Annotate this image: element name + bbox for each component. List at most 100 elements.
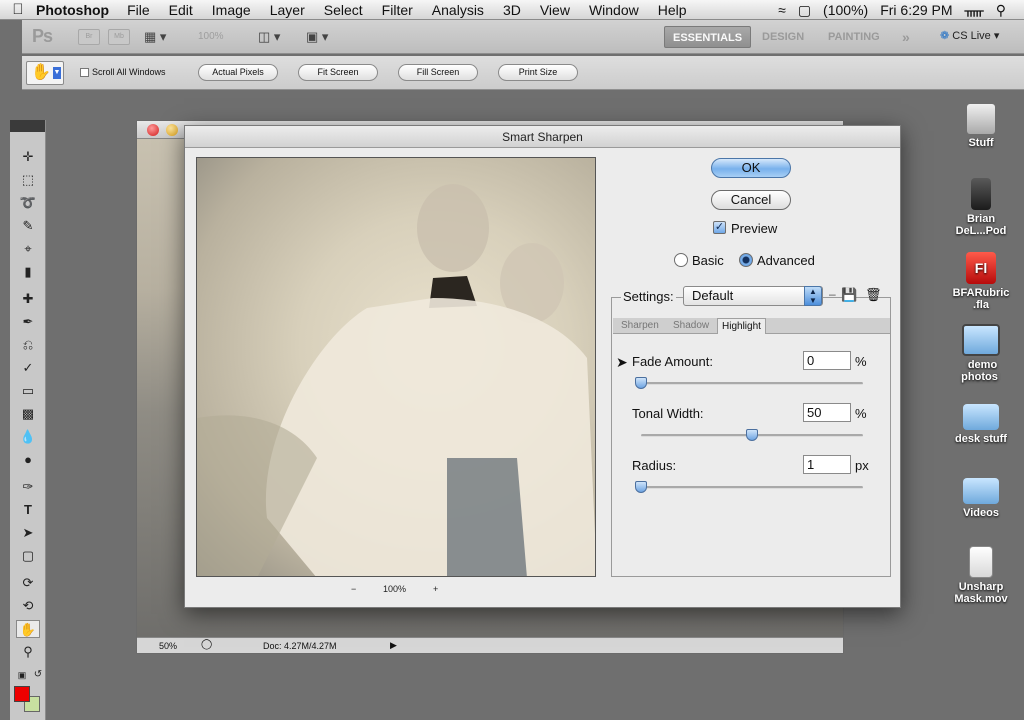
dialog-title[interactable]: Smart Sharpen [185, 126, 900, 148]
desktop-icon-videos[interactable]: Videos [950, 478, 1012, 519]
tab-sharpen[interactable]: Sharpen [617, 318, 663, 334]
launch-mini-bridge-button[interactable]: Mb [108, 29, 130, 45]
eraser-tool-icon[interactable]: ▭ [18, 382, 38, 400]
wifi-icon[interactable]: ≈ [778, 2, 786, 18]
gradient-tool-icon[interactable]: ▩ [18, 405, 38, 423]
workspace-essentials[interactable]: ESSENTIALS [664, 26, 752, 48]
launch-bridge-button[interactable]: Br [78, 29, 100, 45]
radius-input[interactable]: 1 [803, 455, 851, 474]
quick-selection-tool-icon[interactable]: ✎ [18, 217, 38, 235]
desktop-icon-bfarubric[interactable]: Fl BFARubric .fla [950, 252, 1012, 311]
crop-tool-icon[interactable]: ⌖ [18, 240, 38, 258]
menu-window[interactable]: Window [589, 2, 639, 18]
mouse-cursor-icon: ➤ [616, 354, 628, 370]
menu-view[interactable]: View [540, 2, 570, 18]
menu-3d[interactable]: 3D [503, 2, 521, 18]
zoom-in-button[interactable]: + [433, 584, 438, 594]
more-workspaces-button[interactable]: » [894, 26, 918, 48]
3d-orbit-tool-icon[interactable]: ⟲ [18, 597, 38, 615]
basic-radio[interactable] [674, 253, 688, 267]
view-extras-icon[interactable]: ▦ ▾ [144, 29, 172, 45]
battery-icon[interactable]: ▢ [798, 2, 811, 19]
minimize-window-icon[interactable] [166, 124, 178, 136]
apple-menu-icon[interactable]:  [0, 1, 36, 18]
fade-amount-input[interactable]: 0 [803, 351, 851, 370]
checkbox-box[interactable] [80, 67, 89, 77]
close-window-icon[interactable] [147, 124, 159, 136]
save-settings-icon[interactable]: 💾 [841, 287, 857, 303]
swap-colors-icon[interactable]: ↺ [28, 666, 48, 684]
status-menu-arrow-icon[interactable]: ▶ [390, 640, 397, 651]
status-bar-icon[interactable]: ◯ [201, 639, 212, 650]
clone-stamp-tool-icon[interactable]: ⎌ [18, 336, 38, 354]
blur-tool-icon[interactable]: 💧 [18, 428, 38, 446]
document-zoom-field[interactable]: 50% [159, 641, 177, 651]
settings-dropdown[interactable]: Default ▲ ▼ [683, 286, 823, 306]
desktop-icon-demo-photos[interactable]: demo photos [950, 324, 1012, 384]
tonal-width-input[interactable]: 50 [803, 403, 851, 422]
fade-amount-slider-thumb[interactable] [635, 377, 647, 389]
pen-tool-icon[interactable]: ✑ [18, 478, 38, 496]
rectangle-tool-icon[interactable]: ▢ [18, 547, 38, 565]
move-tool-icon[interactable]: ✛ [18, 148, 38, 166]
actual-pixels-button[interactable]: Actual Pixels [198, 64, 278, 81]
tab-shadow[interactable]: Shadow [669, 318, 713, 334]
history-brush-tool-icon[interactable]: ✓ [18, 359, 38, 377]
foreground-color-swatch[interactable] [14, 686, 30, 702]
workspace-painting[interactable]: PAINTING [820, 26, 888, 48]
bluetooth-icon[interactable]: ᚅ [965, 2, 984, 19]
fit-screen-button[interactable]: Fit Screen [298, 64, 378, 81]
print-size-button[interactable]: Print Size [498, 64, 578, 81]
hand-tool-icon[interactable]: ✋ [16, 620, 40, 638]
screen-mode-icon[interactable]: ▣ ▾ [306, 29, 334, 45]
advanced-radio[interactable] [739, 253, 753, 267]
zoom-tool-icon[interactable]: ⚲ [18, 643, 38, 661]
cs-live-button[interactable]: ❁ CS Live ▾ [940, 29, 999, 42]
zoom-level-field[interactable]: 100% [198, 31, 224, 42]
desktop-icon-unsharp-mask[interactable]: Unsharp Mask.mov [950, 546, 1012, 605]
menu-edit[interactable]: Edit [169, 2, 193, 18]
desktop-icon-label: Stuff [968, 137, 994, 149]
ok-button[interactable]: OK [711, 158, 791, 178]
lasso-tool-icon[interactable]: ➰ [18, 194, 38, 212]
path-selection-tool-icon[interactable]: ➤ [18, 524, 38, 542]
radius-slider-thumb[interactable] [635, 481, 647, 493]
menu-filter[interactable]: Filter [382, 2, 413, 18]
menu-analysis[interactable]: Analysis [432, 2, 484, 18]
zoom-out-button[interactable]: − [351, 584, 356, 594]
3d-rotate-tool-icon[interactable]: ⟳ [18, 574, 38, 592]
preview-checkbox[interactable]: ✓ [713, 221, 726, 234]
workspace-design[interactable]: DESIGN [754, 26, 812, 48]
app-menu[interactable]: Photoshop [36, 2, 109, 18]
menu-select[interactable]: Select [324, 2, 363, 18]
fill-screen-button[interactable]: Fill Screen [398, 64, 478, 81]
desktop-icon-desk-stuff[interactable]: desk stuff [950, 404, 1012, 445]
clock[interactable]: Fri 6:29 PM [880, 2, 952, 18]
brush-tool-icon[interactable]: ✒ [18, 313, 38, 331]
tools-panel-header[interactable] [10, 120, 45, 132]
cs-live-icon: ❁ [940, 30, 950, 42]
cs-live-label: CS Live [952, 30, 991, 42]
radius-slider[interactable] [641, 486, 863, 489]
cancel-button[interactable]: Cancel [711, 190, 791, 210]
eyedropper-tool-icon[interactable]: ▮ [18, 263, 38, 281]
tonal-width-slider-thumb[interactable] [746, 429, 758, 441]
menu-file[interactable]: File [127, 2, 150, 18]
menu-layer[interactable]: Layer [270, 2, 305, 18]
filter-preview-pane[interactable] [196, 157, 596, 577]
menu-image[interactable]: Image [212, 2, 251, 18]
desktop-icon-stuff[interactable]: Stuff [950, 104, 1012, 149]
dodge-tool-icon[interactable]: ● [18, 451, 38, 469]
marquee-tool-icon[interactable]: ⬚ [18, 171, 38, 189]
scroll-all-windows-checkbox[interactable]: Scroll All Windows [80, 67, 166, 77]
tab-highlight[interactable]: Highlight [717, 318, 766, 334]
arrange-documents-icon[interactable]: ◫ ▾ [258, 29, 286, 45]
spotlight-search-icon[interactable]: ⚲ [996, 2, 1006, 19]
fade-amount-slider[interactable] [641, 382, 863, 385]
trash-icon[interactable]: 🗑 [865, 287, 882, 303]
tool-preset-picker[interactable]: ✋ ▼ [26, 61, 64, 85]
menu-help[interactable]: Help [658, 2, 687, 18]
desktop-icon-ipod[interactable]: Brian DeL...Pod [950, 178, 1012, 237]
healing-brush-tool-icon[interactable]: ✚ [18, 290, 38, 308]
type-tool-icon[interactable]: T [18, 501, 38, 519]
